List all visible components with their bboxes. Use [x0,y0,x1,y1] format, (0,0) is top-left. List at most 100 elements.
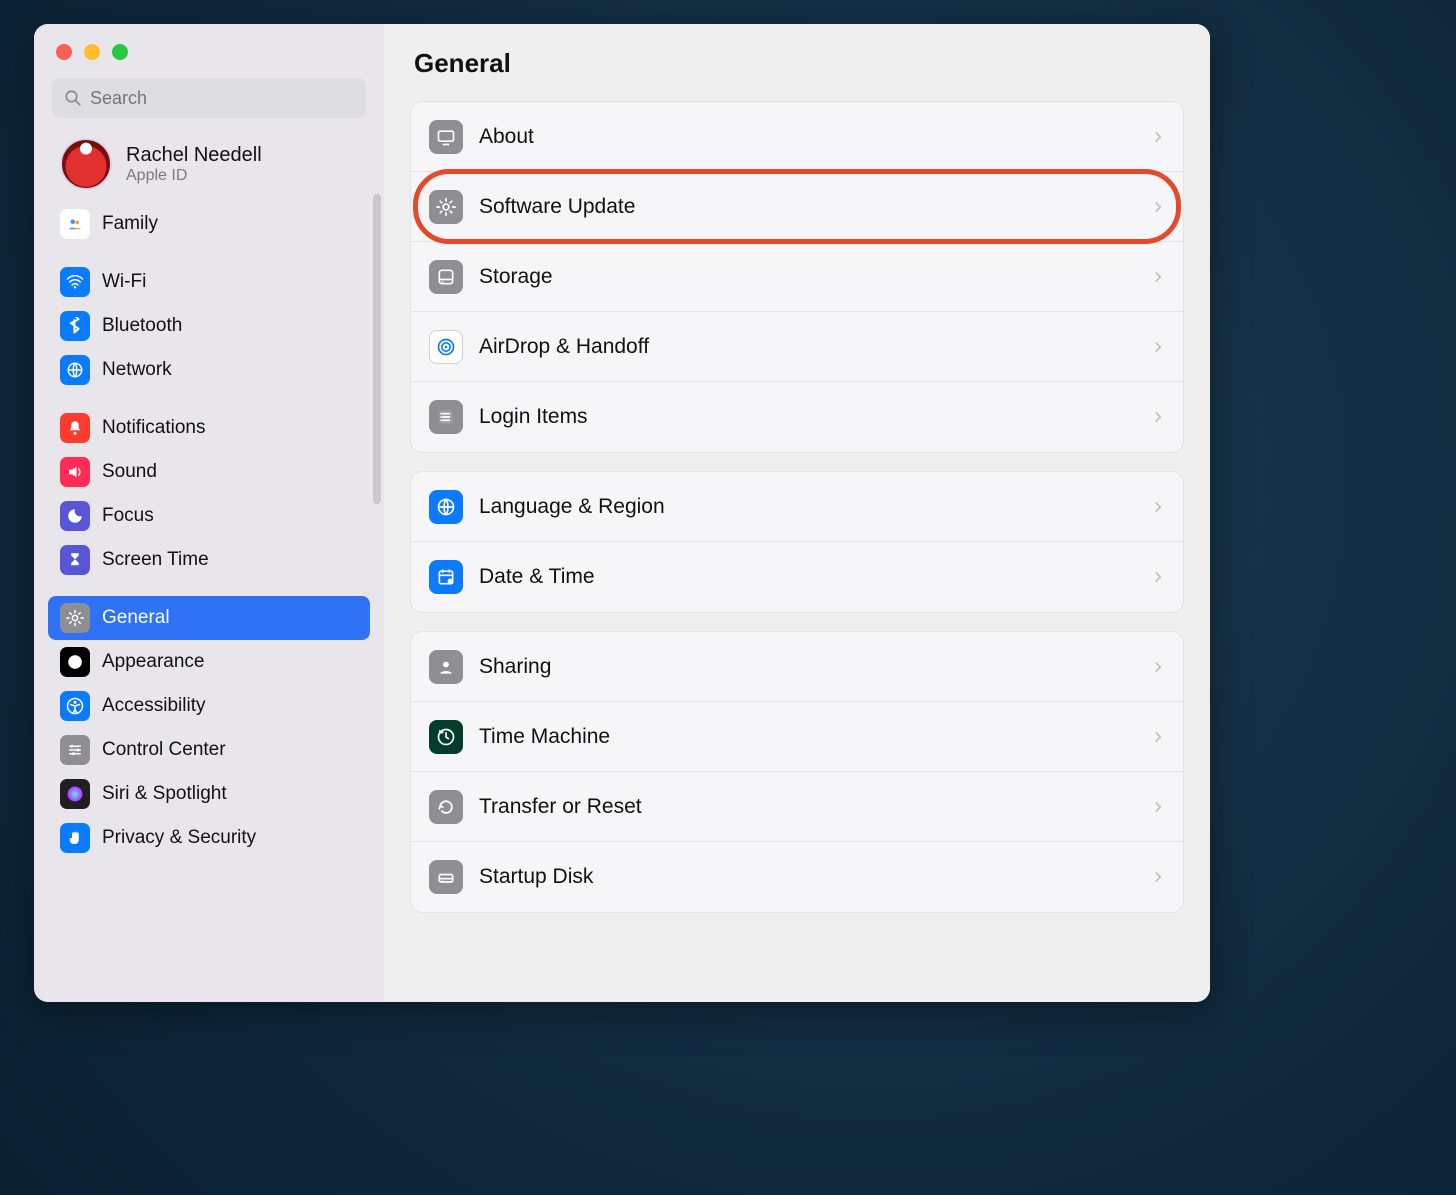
sidebar-item-label: Siri & Spotlight [102,783,227,805]
chevron-right-icon [1151,130,1165,144]
settings-group: Sharing Time Machine Transfer or Reset S… [410,631,1184,913]
siri-icon [60,779,90,809]
sidebar-item-label: Network [102,359,172,381]
settings-row-label: Sharing [479,655,551,679]
sidebar-item-screen-time[interactable]: Screen Time [48,538,370,582]
chevron-right-icon [1151,270,1165,284]
page-title: General [414,48,1184,79]
globe-icon [429,490,463,524]
wifi-icon [60,267,90,297]
reset-icon [429,790,463,824]
sliders-icon [60,735,90,765]
sidebar-item-focus[interactable]: Focus [48,494,370,538]
sidebar-item-label: General [102,607,170,629]
sidebar-item-label: Notifications [102,417,206,439]
search-field[interactable] [52,78,366,118]
sidebar-item-label: Appearance [102,651,204,673]
network-icon [60,355,90,385]
search-input[interactable] [90,88,354,109]
family-icon [60,209,90,239]
settings-row-startup-disk[interactable]: Startup Disk [411,842,1183,912]
timemachine-icon [429,720,463,754]
sidebar-item-wi-fi[interactable]: Wi-Fi [48,260,370,304]
chevron-right-icon [1151,410,1165,424]
search-icon [64,89,82,107]
settings-row-label: Transfer or Reset [479,795,642,819]
accessibility-icon [60,691,90,721]
sidebar-item-appleid[interactable]: Rachel Needell Apple ID [34,128,384,198]
sidebar-item-general[interactable]: General [48,596,370,640]
settings-row-login-items[interactable]: Login Items [411,382,1183,452]
settings-row-label: About [479,125,534,149]
settings-row-date-time[interactable]: Date & Time [411,542,1183,612]
gear-icon [429,190,463,224]
minimize-button[interactable] [84,44,100,60]
sidebar-item-appearance[interactable]: Appearance [48,640,370,684]
sidebar-item-privacy-security[interactable]: Privacy & Security [48,816,370,860]
settings-row-software-update[interactable]: Software Update [411,172,1183,242]
sidebar-item-sound[interactable]: Sound [48,450,370,494]
gear-icon [60,603,90,633]
sidebar-list: Family Wi-Fi Bluetooth Network Notificat… [34,198,384,1002]
settings-row-transfer-or-reset[interactable]: Transfer or Reset [411,772,1183,842]
chevron-right-icon [1151,730,1165,744]
sidebar-item-label: Family [102,213,158,235]
bell-icon [60,413,90,443]
settings-row-label: Storage [479,265,553,289]
sidebar: Rachel Needell Apple ID Family Wi-Fi Blu… [34,24,384,1002]
chevron-right-icon [1151,200,1165,214]
settings-row-storage[interactable]: Storage [411,242,1183,312]
settings-group: Language & Region Date & Time [410,471,1184,613]
user-name-label: Rachel Needell [126,144,262,167]
chevron-right-icon [1151,870,1165,884]
maximize-button[interactable] [112,44,128,60]
settings-group: About Software Update Storage AirDrop & … [410,101,1184,453]
settings-window: Rachel Needell Apple ID Family Wi-Fi Blu… [34,24,1210,1002]
sidebar-item-control-center[interactable]: Control Center [48,728,370,772]
settings-row-sharing[interactable]: Sharing [411,632,1183,702]
settings-row-language-region[interactable]: Language & Region [411,472,1183,542]
hand-icon [60,823,90,853]
sidebar-item-label: Bluetooth [102,315,182,337]
sidebar-item-family[interactable]: Family [48,202,370,246]
settings-row-airdrop-handoff[interactable]: AirDrop & Handoff [411,312,1183,382]
user-subtitle-label: Apple ID [126,167,262,185]
settings-row-time-machine[interactable]: Time Machine [411,702,1183,772]
sidebar-item-label: Control Center [102,739,226,761]
settings-row-about[interactable]: About [411,102,1183,172]
settings-row-label: Software Update [479,195,635,219]
settings-row-label: Startup Disk [479,865,593,889]
avatar [60,138,112,190]
window-controls [34,42,384,78]
sidebar-item-label: Privacy & Security [102,827,256,849]
sound-icon [60,457,90,487]
sidebar-item-label: Accessibility [102,695,205,717]
sidebar-item-label: Wi-Fi [102,271,146,293]
list-icon [429,400,463,434]
content-pane: General About Software Update Storage Ai… [384,24,1210,1002]
appearance-icon [60,647,90,677]
sidebar-item-bluetooth[interactable]: Bluetooth [48,304,370,348]
airdrop-icon [429,330,463,364]
settings-row-label: Language & Region [479,495,665,519]
calendar-icon [429,560,463,594]
chevron-right-icon [1151,660,1165,674]
sidebar-item-label: Focus [102,505,154,527]
sidebar-item-notifications[interactable]: Notifications [48,406,370,450]
chevron-right-icon [1151,800,1165,814]
sidebar-item-network[interactable]: Network [48,348,370,392]
chevron-right-icon [1151,500,1165,514]
sidebar-scrollbar[interactable] [373,194,381,504]
sidebar-item-siri-spotlight[interactable]: Siri & Spotlight [48,772,370,816]
disk-icon [429,260,463,294]
settings-row-label: Login Items [479,405,588,429]
close-button[interactable] [56,44,72,60]
settings-row-label: Time Machine [479,725,610,749]
person-icon [429,650,463,684]
settings-row-label: AirDrop & Handoff [479,335,649,359]
chevron-right-icon [1151,340,1165,354]
sidebar-item-accessibility[interactable]: Accessibility [48,684,370,728]
drive-icon [429,860,463,894]
moon-icon [60,501,90,531]
sidebar-item-label: Sound [102,461,157,483]
